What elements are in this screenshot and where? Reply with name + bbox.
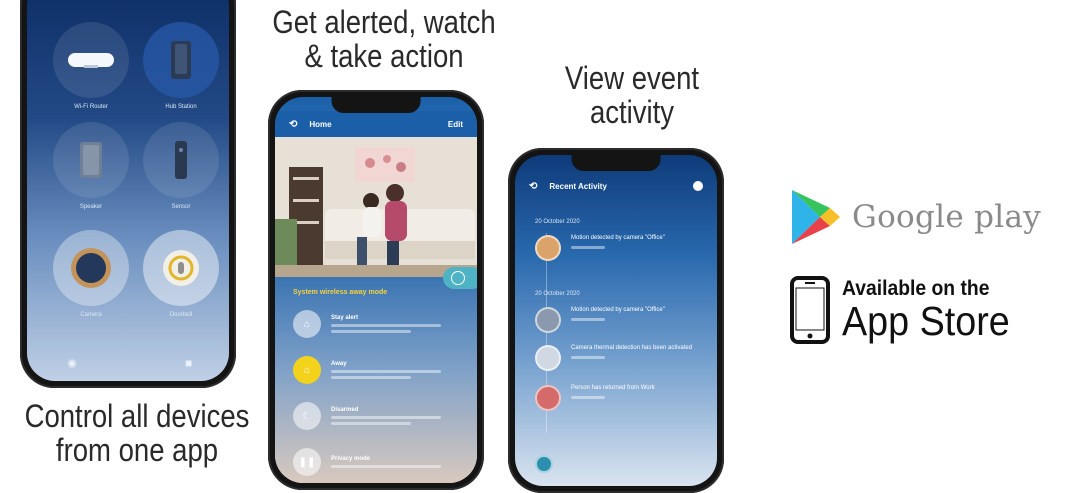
device-label: Wi-Fi Router (74, 104, 108, 110)
event-thumbnail (535, 307, 561, 333)
mode-desc-line (331, 422, 411, 425)
app-store-badge[interactable]: Available on the App Store (790, 270, 1060, 350)
device-label: Camera (80, 312, 102, 318)
caption-activity-line1: View event (564, 60, 700, 96)
modes-heading: System wireless away mode (293, 289, 388, 296)
mode-item-1[interactable]: ⌂ Away (293, 353, 465, 387)
camera-feed-image[interactable] (275, 137, 477, 277)
activity-appbar-title: Recent Activity (549, 181, 607, 191)
event-title: Motion detected by camera "Office" (571, 235, 665, 241)
mode-title: Stay alert (331, 315, 359, 321)
mode-title: Disarmed (331, 407, 359, 413)
speaker-icon (80, 142, 102, 178)
group-date: 20 October 2020 (535, 291, 580, 297)
phone-home: ⟲ Home Edit System wireless away mode ⌂ … (268, 90, 484, 490)
camera-icon (71, 248, 111, 288)
mode-desc-line (331, 465, 441, 468)
phone-notch (331, 97, 421, 113)
google-play-badge[interactable]: Google play (790, 182, 1060, 252)
pause-icon: ❚❚ (293, 448, 321, 476)
event-thumbnail (535, 385, 561, 411)
mode-title: Away (331, 361, 347, 367)
home-icon: ⌂ (293, 310, 321, 338)
google-play-logo-icon (792, 190, 840, 244)
event-time-line (571, 355, 605, 359)
mode-title: Privacy mode (331, 456, 371, 462)
device-label: Doorbell (169, 312, 193, 318)
activity-screen: ⟲ Recent Activity 20 October 2020 Motion… (515, 155, 717, 486)
caption-activity: View event activity (536, 60, 729, 130)
router-icon (68, 53, 114, 68)
settings-icon[interactable]: ✺ (67, 357, 77, 371)
device-tile-doorbell[interactable] (143, 230, 219, 306)
phone-notch (571, 155, 661, 171)
mode-desc-line (331, 376, 411, 379)
group-date: 20 October 2020 (535, 219, 580, 225)
caption-alert: Get alerted, watch & take action (257, 4, 512, 74)
mode-panel: System wireless away mode ⌂ Stay alert ⌂… (275, 277, 477, 483)
power-icon (451, 271, 465, 285)
sensor-icon (175, 141, 187, 179)
back-icon[interactable]: ⟲ (289, 119, 297, 130)
family-living-room-icon (275, 137, 477, 277)
event-title: Person has returned from Work (571, 385, 655, 391)
event-item[interactable]: Motion detected by camera "Office" (535, 235, 701, 261)
activity-appbar: ⟲ Recent Activity (515, 175, 717, 197)
home-screen: ⟲ Home Edit System wireless away mode ⌂ … (275, 97, 477, 483)
device-label: Sensor (171, 204, 191, 210)
caption-activity-line2: activity (589, 93, 675, 130)
home-appbar-title: Home (309, 119, 332, 129)
grid-icon[interactable]: ■ (185, 356, 192, 370)
devices-screen: Wi-Fi Router Hub Station Speaker Sensor … (27, 0, 229, 381)
mode-item-0[interactable]: ⌂ Stay alert (293, 307, 465, 341)
device-tile-router[interactable] (53, 22, 129, 98)
caption-control-line1: Control all devices (24, 398, 250, 434)
mode-item-2[interactable]: ☾ Disarmed (293, 399, 465, 433)
home-appbar-action[interactable]: Edit (448, 120, 463, 129)
mode-desc-line (331, 416, 441, 419)
event-item[interactable]: Person has returned from Work (535, 385, 701, 411)
event-title: Camera thermal detection has been activa… (571, 345, 693, 351)
base-station-icon (171, 41, 191, 79)
phone-activity: ⟲ Recent Activity 20 October 2020 Motion… (508, 148, 724, 493)
device-tile-speaker[interactable] (53, 122, 129, 198)
event-item[interactable] (535, 455, 701, 473)
mode-desc-line (331, 330, 411, 333)
mode-item-3[interactable]: ❚❚ Privacy mode (293, 445, 465, 479)
event-thumbnail (535, 235, 561, 261)
google-play-text: Google play (852, 199, 1042, 235)
filter-icon[interactable] (693, 181, 703, 191)
event-item[interactable]: Motion detected by camera "Office" (535, 307, 701, 333)
phone-icon (790, 276, 830, 344)
back-icon[interactable]: ⟲ (529, 181, 537, 192)
event-thumbnail (535, 455, 553, 473)
camera-live-button[interactable] (443, 267, 477, 289)
away-icon: ⌂ (293, 356, 321, 384)
home-appbar: ⟲ Home Edit (275, 111, 477, 137)
night-icon: ☾ (293, 402, 321, 430)
event-time-line (571, 395, 605, 399)
caption-alert-line1: Get alerted, watch (272, 4, 496, 40)
app-store-big-text: App Store (842, 298, 1010, 344)
device-label: Speaker (79, 204, 103, 210)
device-tile-camera[interactable] (53, 230, 129, 306)
event-title: Motion detected by camera "Office" (571, 307, 665, 313)
app-store-small-text: Available on the (842, 277, 990, 300)
event-time-line (571, 245, 605, 249)
device-label: Hub Station (165, 104, 197, 110)
event-time-line (571, 317, 605, 321)
phone-devices: Wi-Fi Router Hub Station Speaker Sensor … (20, 0, 236, 388)
doorbell-icon (163, 250, 199, 286)
caption-control: Control all devices from one app (21, 398, 253, 468)
event-thumbnail (535, 345, 561, 371)
event-item[interactable]: Camera thermal detection has been activa… (535, 345, 701, 371)
caption-control-line2: from one app (55, 431, 219, 468)
mode-desc-line (331, 324, 441, 327)
caption-alert-line2: & take action (304, 37, 464, 74)
device-tile-base-station[interactable] (143, 22, 219, 98)
mode-desc-line (331, 370, 441, 373)
device-tile-sensor[interactable] (143, 122, 219, 198)
